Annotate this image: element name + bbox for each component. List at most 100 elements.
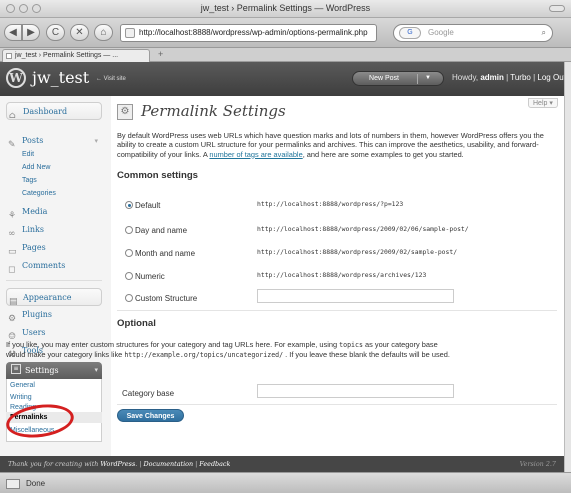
comments-icon: ◻	[8, 265, 16, 275]
new-post-button[interactable]: New Post ▼	[352, 71, 444, 86]
option-label: Custom Structure	[135, 294, 198, 303]
sidebar-sub-edit[interactable]: Edit	[22, 151, 34, 158]
sidebar-label: Comments	[22, 261, 66, 270]
tab-favicon-icon	[6, 53, 12, 59]
logout-link[interactable]: Log Out	[537, 73, 565, 82]
radio-month-and-name[interactable]	[125, 249, 133, 257]
option-day-and-name[interactable]: Day and name	[125, 225, 187, 236]
collapse-arrow-icon[interactable]: ▾	[94, 132, 98, 150]
google-icon[interactable]: G	[399, 27, 421, 39]
example-month-and-name: http://localhost:8888/wordpress/2009/02/…	[257, 248, 458, 256]
forward-button[interactable]: ▶	[22, 24, 40, 41]
visit-site-link[interactable]: ← Visit site	[96, 76, 126, 82]
intro-paragraph: By default WordPress uses web URLs which…	[117, 131, 561, 159]
url-bar[interactable]: http://localhost:8888/wordpress/wp-admin…	[120, 24, 377, 42]
sidebar-sub-tags[interactable]: Tags	[22, 177, 37, 184]
sidebar-separator	[6, 280, 102, 281]
wp-footer: Thank you for creating with WordPress. |…	[0, 456, 564, 472]
admin-sidebar: ⌂ Dashboard ✎ Posts ▾ Edit Add New Tags Cat…	[0, 96, 111, 472]
tags-link[interactable]: number of tags are available	[209, 150, 302, 159]
window-title: jw_test › Permalink Settings — WordPress	[200, 3, 371, 13]
dashboard-icon: ⌂	[9, 111, 16, 121]
sidebar-label: Pages	[22, 243, 46, 252]
optional-paragraph: If you like, you may enter custom struct…	[6, 340, 450, 361]
sidebar-item-plugins[interactable]: ⚙ Plugins	[6, 306, 102, 324]
footer-credits: Thank you for creating with WordPress. |…	[8, 460, 230, 468]
stop-icon: ✕	[75, 27, 84, 38]
new-tab-button[interactable]: +	[158, 50, 168, 60]
category-base-input[interactable]	[257, 384, 454, 398]
optional-text: If you like, you may enter custom struct…	[6, 340, 340, 349]
user-link[interactable]: admin	[480, 73, 504, 82]
search-bar[interactable]: G Google ⌕	[393, 24, 553, 42]
option-custom-structure[interactable]: Custom Structure	[125, 293, 197, 304]
sidebar-label: Media	[22, 207, 48, 216]
divider	[117, 404, 557, 405]
home-button[interactable]: ⌂	[94, 24, 113, 41]
sidebar-item-media[interactable]: ⚘ Media	[6, 203, 102, 221]
sidebar-item-links[interactable]: ∞ Links	[6, 221, 102, 239]
sidebar-item-appearance[interactable]: ▤ Appearance	[6, 288, 102, 307]
wordpress-link[interactable]: WordPress	[100, 460, 135, 468]
optional-text: . If you leave these blank the defaults …	[283, 350, 450, 360]
optional-heading: Optional	[117, 318, 156, 329]
sidebar-label: Dashboard	[23, 107, 68, 116]
radio-day-and-name[interactable]	[125, 226, 133, 234]
code-topics: topics	[339, 341, 363, 349]
documentation-link[interactable]: Documentation	[144, 460, 194, 468]
stop-button[interactable]: ✕	[70, 24, 89, 41]
browser-toolbar: ◀ ▶ C ✕ ⌂ http://localhost:8888/wordpres…	[0, 18, 571, 48]
back-button[interactable]: ◀	[4, 24, 22, 41]
browser-statusbar: Done	[0, 472, 571, 493]
wp-admin-header: W jw_test ← Visit site New Post ▼ Howdy,…	[0, 62, 566, 96]
save-changes-button[interactable]: Save Changes	[117, 409, 184, 422]
new-post-label: New Post	[369, 75, 399, 82]
reload-button[interactable]: C	[46, 24, 65, 41]
intro-text: , and here are some examples to get you …	[302, 149, 464, 159]
sidebar-sub-add-new[interactable]: Add New	[22, 164, 50, 171]
option-month-and-name[interactable]: Month and name	[125, 248, 195, 259]
settings-page-icon: ⚙	[117, 104, 133, 120]
sidebar-sub-writing[interactable]: Writing	[10, 394, 32, 401]
toolbar-toggle-button[interactable]	[549, 5, 565, 12]
status-icon[interactable]	[6, 479, 20, 489]
code-example-url: http://example.org/topics/uncategorized/	[124, 351, 284, 360]
search-placeholder: Google	[428, 28, 454, 37]
dropdown-arrow-icon[interactable]: ▼	[425, 72, 431, 85]
option-numeric[interactable]: Numeric	[125, 271, 165, 282]
option-label: Month and name	[135, 249, 196, 258]
turbo-link[interactable]: Turbo	[510, 73, 531, 82]
feedback-link[interactable]: Feedback	[199, 460, 230, 468]
radio-default[interactable]	[125, 201, 133, 209]
sidebar-label: Posts	[22, 136, 44, 145]
reload-icon: C	[51, 27, 60, 38]
user-info: Howdy, admin | Turbo | Log Out	[452, 73, 566, 82]
custom-structure-input[interactable]	[257, 289, 454, 303]
window-titlebar: jw_test › Permalink Settings — WordPress	[0, 0, 571, 18]
url-text: http://localhost:8888/wordpress/wp-admin…	[139, 28, 368, 37]
sidebar-sub-general[interactable]: General	[10, 382, 35, 389]
page-icon	[125, 28, 135, 38]
site-title[interactable]: jw_test	[32, 68, 89, 87]
tab-bar: jw_test › Permalink Settings — ... +	[0, 48, 571, 62]
sidebar-item-dashboard[interactable]: ⌂ Dashboard	[6, 102, 102, 121]
button-divider	[417, 74, 418, 84]
example-default: http://localhost:8888/wordpress/?p=123	[257, 200, 404, 208]
radio-numeric[interactable]	[125, 272, 133, 280]
scrollbar[interactable]	[564, 62, 571, 472]
option-default[interactable]: Default	[125, 200, 160, 211]
footer-text: Thank you for creating with	[8, 460, 101, 468]
radio-custom-structure[interactable]	[125, 294, 133, 302]
sidebar-item-settings[interactable]: ≡ Settings ▾	[6, 362, 102, 379]
divider	[117, 310, 557, 311]
sidebar-item-comments[interactable]: ◻ Comments	[6, 257, 102, 275]
option-label: Day and name	[135, 226, 188, 235]
sidebar-sub-categories[interactable]: Categories	[22, 190, 56, 197]
sidebar-item-posts[interactable]: ✎ Posts ▾	[6, 132, 102, 150]
collapse-arrow-icon[interactable]: ▾	[94, 362, 98, 379]
browser-tab[interactable]: jw_test › Permalink Settings — ...	[2, 49, 150, 62]
tab-label: jw_test › Permalink Settings — ...	[15, 52, 119, 59]
help-button[interactable]: Help ▾	[528, 98, 558, 108]
option-label: Numeric	[135, 272, 165, 281]
sidebar-item-pages[interactable]: ▭ Pages	[6, 239, 102, 257]
